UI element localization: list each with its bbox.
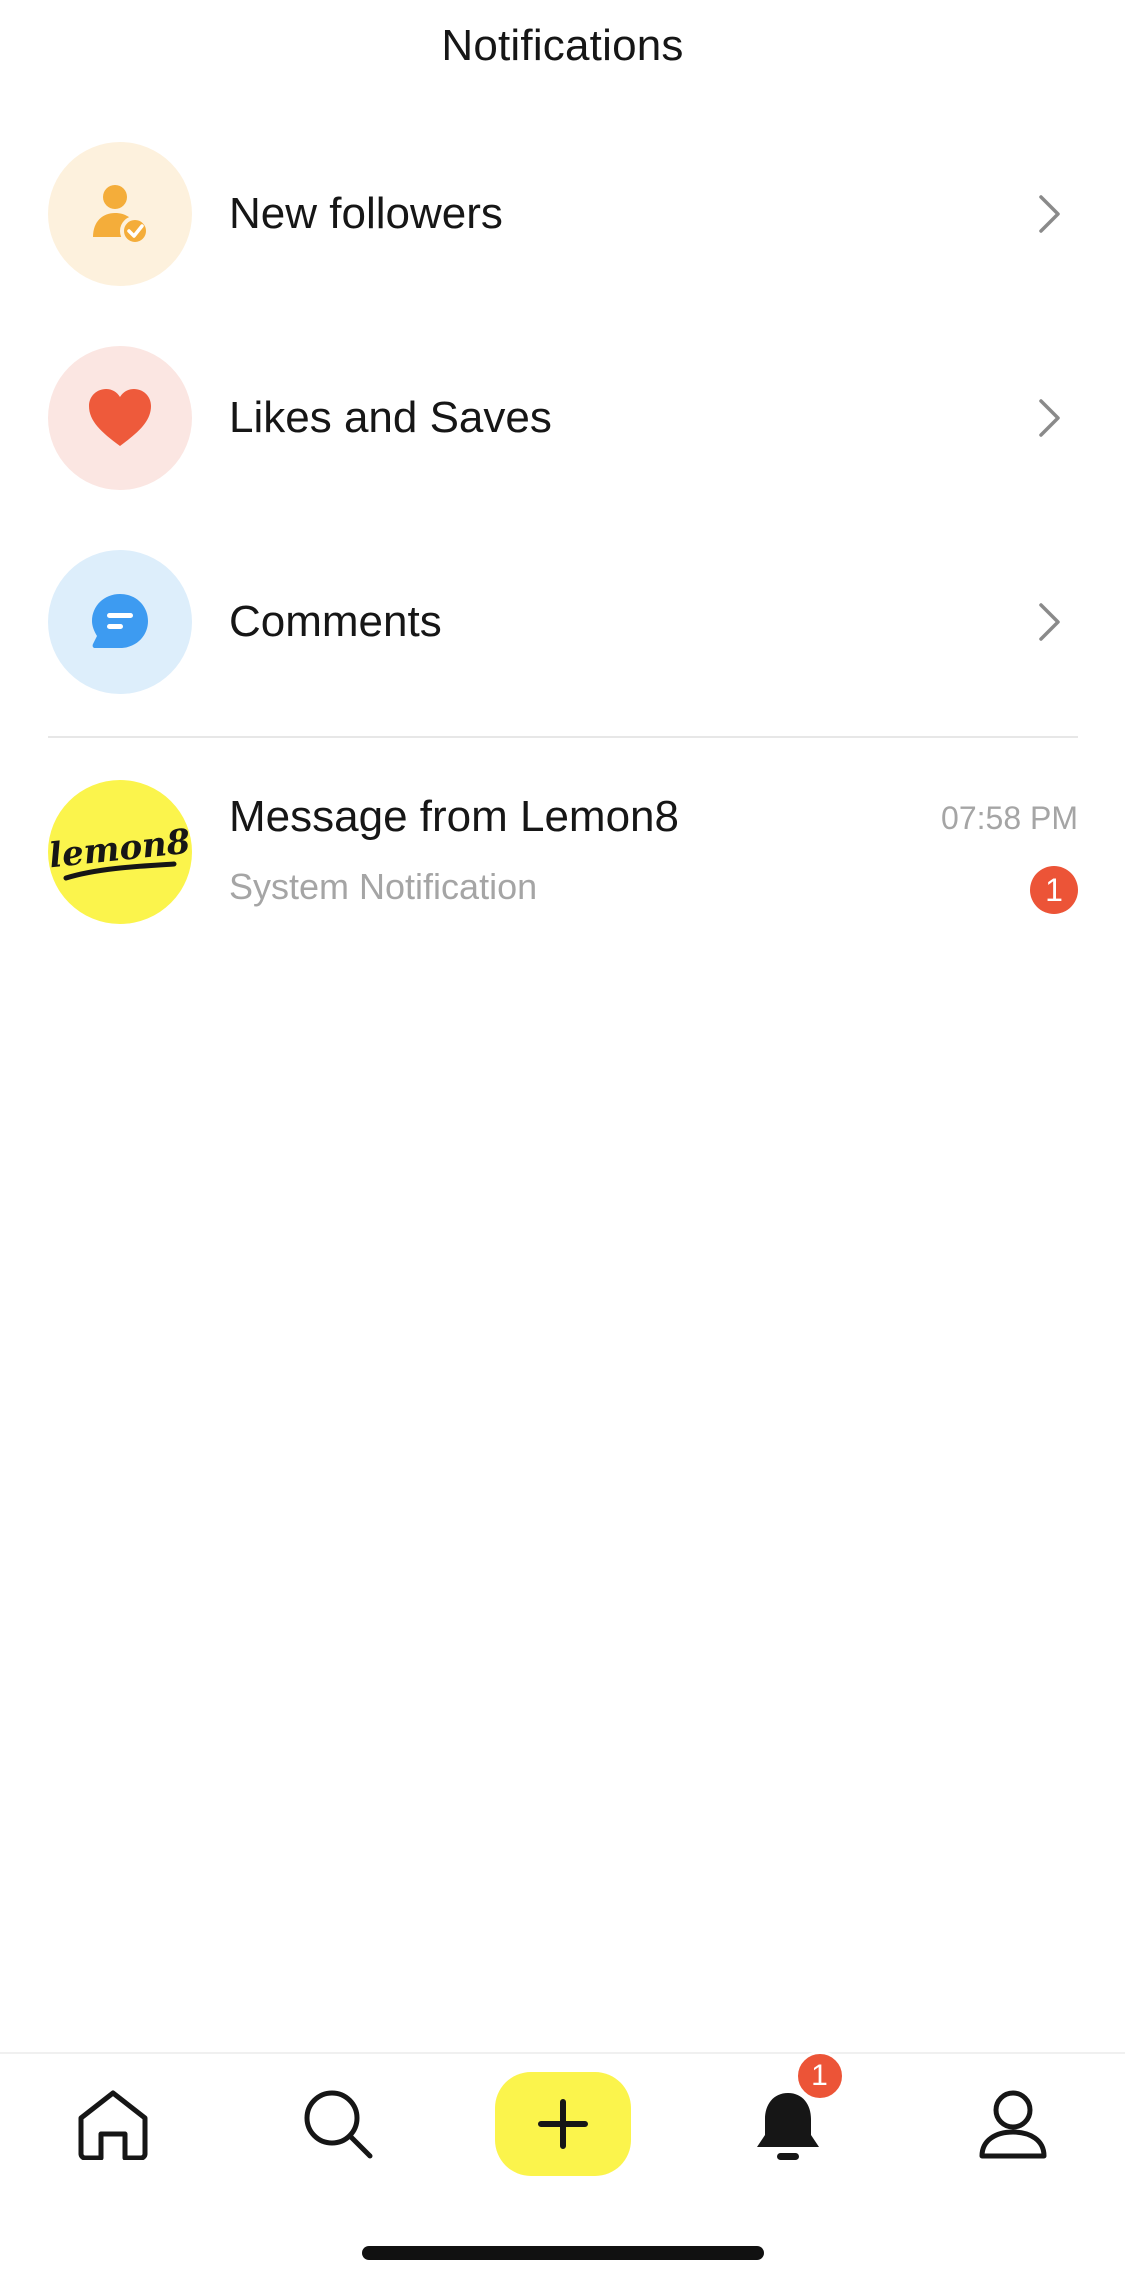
home-icon <box>78 2090 147 2160</box>
lemon8-logo: lemon8 <box>48 822 192 881</box>
new-followers-row[interactable]: New followers <box>48 142 1078 286</box>
bell-wrapper: 1 <box>753 2051 845 2160</box>
comments-row[interactable]: Comments <box>48 550 1078 694</box>
profile-icon <box>979 2090 1046 2159</box>
likes-and-saves-row[interactable]: Likes and Saves <box>48 346 1078 490</box>
message-time: 07:58 PM <box>941 800 1078 836</box>
chevron-right-icon <box>1030 388 1070 448</box>
create-button[interactable] <box>494 2072 631 2176</box>
chevron-right-icon <box>1030 592 1070 652</box>
header: Notifications <box>0 0 1125 92</box>
notification-count-badge: 1 <box>794 2051 845 2101</box>
follower-check-icon <box>93 185 150 246</box>
tab-search[interactable] <box>225 2054 450 2194</box>
chevron-right-icon <box>1030 184 1070 244</box>
tab-notifications[interactable]: 1 <box>675 2051 900 2194</box>
chat-bubble-icon-circle <box>48 550 192 694</box>
tab-home[interactable] <box>0 2054 225 2194</box>
message-title: Message from Lemon8 <box>229 792 679 841</box>
message-row[interactable]: lemon8 Message from Lemon8 System Notifi… <box>48 780 1078 924</box>
plus-icon <box>537 2099 588 2149</box>
divider <box>48 736 1078 738</box>
home-indicator <box>362 2246 764 2260</box>
tab-profile[interactable] <box>900 2054 1125 2194</box>
page-title: Notifications <box>441 21 684 70</box>
notifications-screen: Notifications New followers Likes and Sa… <box>0 0 1125 2284</box>
heart-icon <box>89 389 151 446</box>
bell-icon <box>756 2093 819 2160</box>
category-label: New followers <box>229 189 503 238</box>
search-icon <box>304 2090 372 2159</box>
follower-check-icon-circle <box>48 142 192 286</box>
unread-badge: 1 <box>1030 866 1078 914</box>
category-label: Comments <box>229 597 442 646</box>
tab-create[interactable] <box>450 2054 675 2194</box>
lemon8-logo-avatar: lemon8 <box>48 780 192 924</box>
message-subtitle: System Notification <box>229 866 538 907</box>
category-label: Likes and Saves <box>229 393 552 442</box>
heart-icon-circle <box>48 346 192 490</box>
chat-bubble-icon <box>92 594 148 648</box>
